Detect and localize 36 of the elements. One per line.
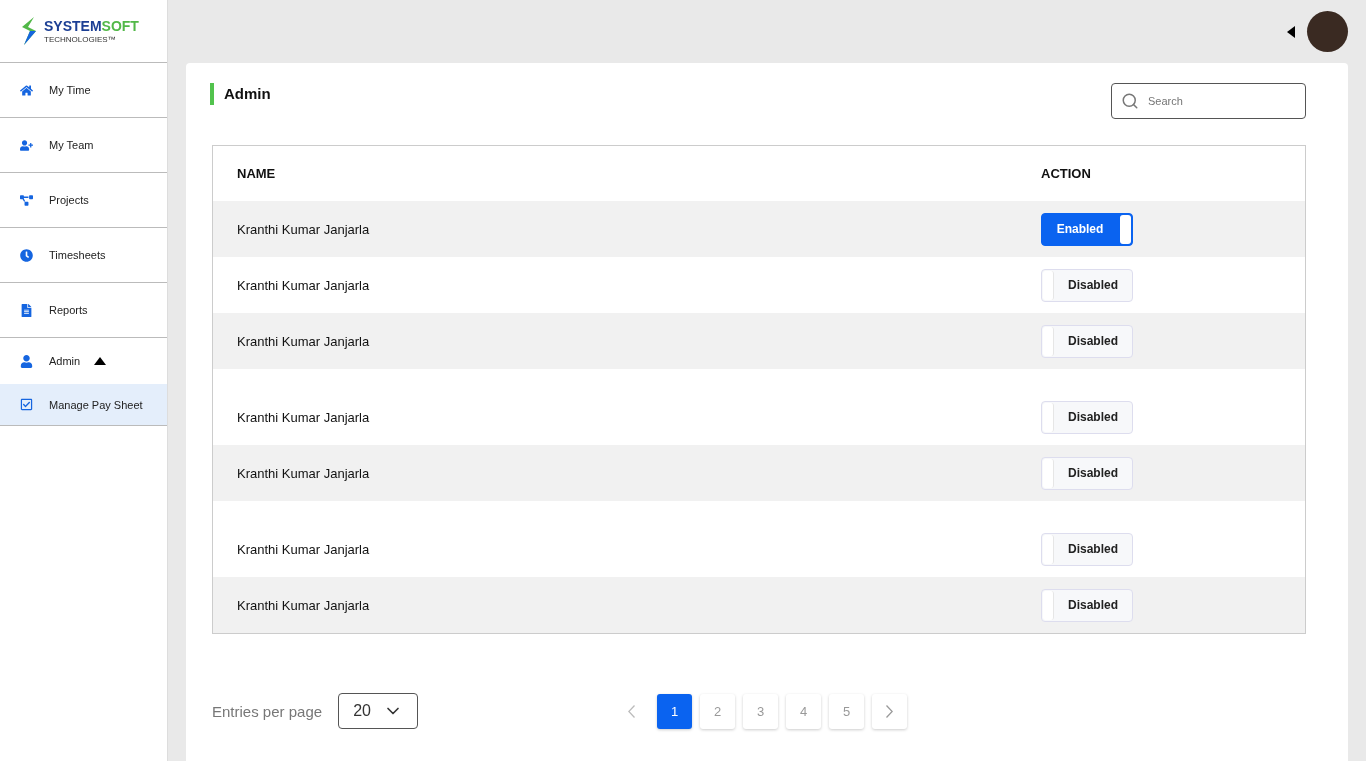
toggle-switch[interactable]: Disabled — [1041, 268, 1133, 302]
home-icon — [20, 83, 35, 97]
toggle-switch[interactable]: Disabled — [1041, 532, 1133, 566]
clock-icon — [20, 248, 35, 262]
column-header: NAME — [236, 166, 277, 181]
table-cell-text: Kranthi Kumar Janjarla — [236, 597, 371, 613]
logo-tagline: TECHNOLOGIES™ — [44, 34, 117, 44]
table-cell-text: Kranthi Kumar Janjarla — [236, 409, 371, 425]
table-cell-text: Kranthi Kumar Janjarla — [236, 277, 371, 293]
page-button[interactable]: 1 — [657, 693, 693, 729]
checkbox-icon — [20, 398, 35, 411]
logo-text: SYSTEMSOFT — [44, 18, 139, 33]
search-icon — [1121, 92, 1139, 110]
toggle-switch[interactable]: Disabled — [1041, 588, 1133, 622]
column-header: ACTION — [1041, 166, 1092, 181]
table-cell-text: Kranthi Kumar Janjarla — [236, 333, 371, 349]
logo-icon — [20, 17, 38, 45]
avatar[interactable] — [1307, 11, 1348, 52]
add-user-icon — [20, 138, 35, 152]
toggle-switch[interactable]: Disabled — [1041, 324, 1133, 358]
chevron-right-icon — [886, 704, 894, 718]
table-cell-text: Kranthi Kumar Janjarla — [236, 465, 371, 481]
toggle-switch[interactable]: Disabled — [1041, 400, 1133, 434]
toggle-switch[interactable]: Enabled — [1041, 212, 1133, 246]
entries-dropdown[interactable]: 20 — [338, 693, 419, 729]
search-field[interactable]: Search — [1111, 83, 1306, 119]
user-icon — [20, 354, 35, 368]
page-title: Admin — [210, 83, 271, 105]
chevron-left-icon — [628, 704, 636, 718]
caret-left-icon[interactable] — [1287, 25, 1295, 38]
table-cell-text: Kranthi Kumar Janjarla — [236, 221, 371, 237]
table-cell-text: Kranthi Kumar Janjarla — [236, 541, 371, 557]
hierarchy-icon — [20, 193, 35, 207]
entries-label: Entries per page — [212, 702, 323, 720]
toggle-switch[interactable]: Disabled — [1041, 456, 1133, 490]
sidebar-item[interactable]: Manage Pay Sheet — [0, 384, 167, 426]
